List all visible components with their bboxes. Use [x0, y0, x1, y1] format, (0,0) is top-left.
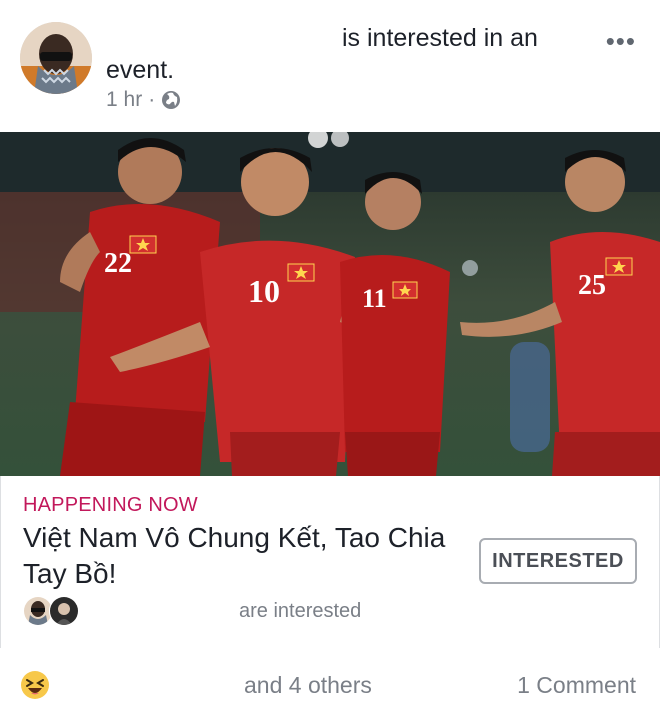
jersey-number-10: 10	[248, 273, 280, 309]
jersey-number-22: 22	[104, 248, 132, 279]
attendee-avatars[interactable]	[23, 596, 83, 626]
event-photo[interactable]: 22 10 11 25	[0, 132, 660, 476]
post-action-text: is interested in an event.	[106, 22, 586, 86]
avatar-image	[20, 22, 92, 94]
user-avatar[interactable]	[20, 22, 92, 94]
event-title[interactable]: Việt Nam Vô Chung Kết, Tao Chia Tay Bồ!	[23, 520, 453, 592]
event-card[interactable]: HAPPENING NOW Việt Nam Vô Chung Kết, Tao…	[0, 476, 660, 649]
meta-separator: ·	[148, 88, 156, 111]
attendee-avatar	[49, 596, 79, 626]
reactions-count[interactable]: and 4 others	[244, 672, 372, 699]
event-status: HAPPENING NOW	[23, 494, 198, 516]
globe-icon	[162, 91, 181, 109]
event-link-text[interactable]: event.	[106, 54, 586, 86]
post-header: is interested in an event. 1 hr · •••	[0, 0, 660, 132]
post-footer: and 4 others 1 Comment	[0, 648, 660, 718]
more-dots-icon[interactable]: •••	[606, 26, 636, 57]
comments-count[interactable]: 1 Comment	[517, 672, 636, 699]
football-players-image: 22 10 11 25	[0, 132, 660, 476]
jersey-number-25: 25	[578, 270, 606, 301]
jersey-number-11: 11	[362, 284, 387, 313]
post-time[interactable]: 1 hr	[106, 88, 142, 112]
interested-count-text: are interested	[239, 600, 362, 622]
interested-button[interactable]: INTERESTED	[479, 538, 637, 584]
post-meta: 1 hr ·	[106, 86, 181, 114]
haha-emoji-icon[interactable]	[20, 670, 50, 700]
action-text: is interested in an	[342, 24, 538, 52]
